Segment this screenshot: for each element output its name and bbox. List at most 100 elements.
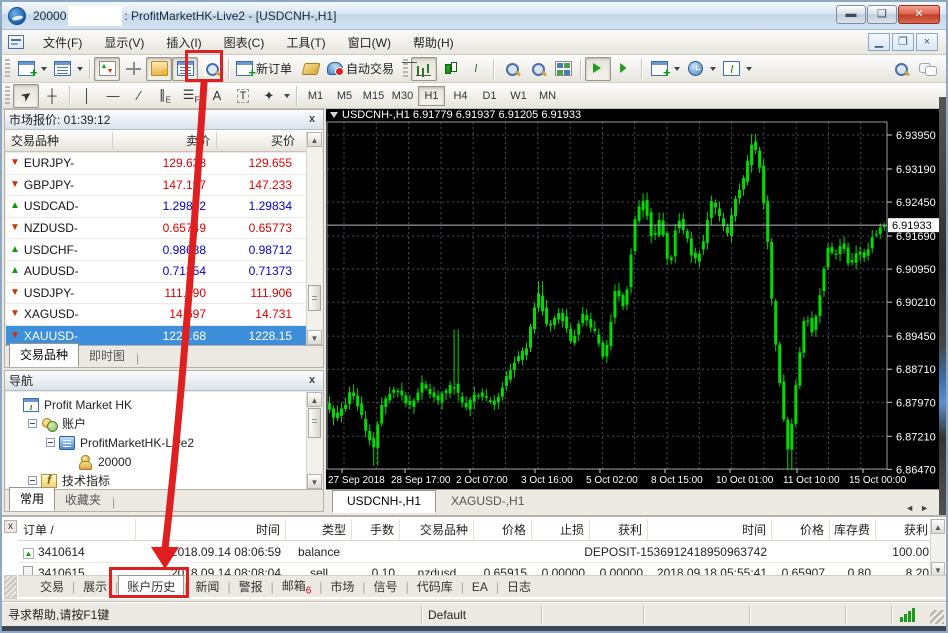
timeframe-d1[interactable]: D1 [476, 86, 503, 106]
auto-trading-button[interactable]: 自动交易 [324, 57, 400, 81]
chart-tabs-right-icon[interactable]: ► [920, 503, 935, 513]
terminal-tab-5[interactable]: 邮箱6 [274, 575, 320, 598]
zoom-out-button[interactable] [524, 57, 550, 81]
terminal-grip[interactable] [4, 575, 17, 599]
data-window-button[interactable] [120, 57, 146, 81]
terminal-tab-0[interactable]: 交易 [32, 576, 72, 597]
line-chart-button[interactable] [463, 57, 489, 81]
terminal-tab-8[interactable]: 代码库 [409, 576, 461, 597]
market-watch-row[interactable]: ▲USDCAD-1.298121.29834 [6, 196, 306, 218]
scroll-up-icon[interactable]: ▲ [307, 132, 322, 147]
bar-chart-button[interactable] [411, 57, 437, 81]
market-watch-title-bar[interactable]: 市场报价: 01:39:12 x [5, 110, 323, 130]
chart-tabs-left-icon[interactable]: ◄ [905, 503, 920, 513]
menu-item-1[interactable]: 显示(V) [93, 31, 155, 54]
history-row-balance[interactable]: ▲34106142018.09.14 08:06:59balanceDEPOSI… [18, 541, 930, 563]
timeframe-m30[interactable]: M30 [389, 86, 416, 106]
periods-button[interactable] [682, 57, 708, 81]
menu-item-6[interactable]: 帮助(H) [402, 31, 465, 54]
indicators-dropdown[interactable] [674, 67, 680, 71]
scroll-down-icon[interactable]: ▼ [307, 330, 322, 345]
terminal-column-1[interactable]: 时间 [136, 519, 286, 540]
terminal-column-3[interactable]: 手数 [352, 519, 400, 540]
profiles-dropdown[interactable] [77, 67, 83, 71]
timeframe-h1[interactable]: H1 [418, 86, 445, 106]
tree-expander[interactable] [46, 438, 55, 447]
menu-item-4[interactable]: 工具(T) [275, 31, 336, 54]
tree-expander[interactable] [28, 476, 37, 485]
horizontal-line-tool[interactable]: — [100, 84, 126, 108]
menu-item-0[interactable]: 文件(F) [32, 31, 93, 54]
menu-item-3[interactable]: 图表(C) [213, 31, 276, 54]
metaeditor-button[interactable] [298, 57, 324, 81]
chart-tab-usdcnh[interactable]: USDCNH-,H1 [332, 490, 436, 513]
status-profile[interactable]: Default [422, 606, 542, 624]
crosshair-tool[interactable]: ┼ [39, 84, 65, 108]
toolbar-grip[interactable] [5, 59, 10, 79]
market-watch-row[interactable]: ▼NZDUSD-0.657490.65773 [6, 218, 306, 240]
restore-button[interactable]: ❑ [867, 5, 897, 24]
scroll-down-icon[interactable]: ▼ [307, 474, 322, 489]
timeframe-mn[interactable]: MN [534, 86, 561, 106]
mdi-close-button[interactable]: × [916, 33, 938, 51]
terminal-column-8[interactable]: 时间 [648, 519, 772, 540]
tab-tick-chart[interactable]: 即时图 [79, 345, 135, 367]
tree-node-user[interactable]: 20000 1 [10, 452, 306, 471]
market-watch-scrollbar[interactable]: ▲ ▼ [306, 132, 322, 345]
arrows-dropdown[interactable] [284, 94, 290, 98]
terminal-column-4[interactable]: 交易品种 [400, 519, 474, 540]
terminal-tab-4[interactable]: 警报 [231, 576, 271, 597]
timeframe-h4[interactable]: H4 [447, 86, 474, 106]
candlestick-button[interactable] [437, 57, 463, 81]
terminal-tab-7[interactable]: 信号 [366, 576, 406, 597]
resize-grip[interactable] [930, 610, 944, 624]
fibonacci-tool[interactable]: ☰F [178, 84, 204, 108]
terminal-column-9[interactable]: 价格 [772, 519, 830, 540]
terminal-tab-2[interactable]: 账户历史 [118, 575, 184, 598]
text-tool[interactable]: A [204, 84, 230, 108]
close-icon[interactable]: x [305, 374, 319, 388]
new-chart-button[interactable] [13, 57, 39, 81]
tree-node-mt[interactable]: Profit Market HK [10, 395, 306, 414]
mdi-minimize-button[interactable]: ▁ [868, 33, 890, 51]
terminal-tab-9[interactable]: EA [464, 578, 496, 596]
tree-node-accounts[interactable]: 账户 [10, 414, 306, 433]
chart-shift-button[interactable] [611, 57, 637, 81]
arrows-tool[interactable]: ✦ [256, 84, 282, 108]
column-ask[interactable]: 买价 [217, 132, 301, 149]
market-watch-button[interactable] [94, 57, 120, 81]
terminal-tab-6[interactable]: 市场 [322, 576, 362, 597]
tab-favorites[interactable]: 收藏夹 [55, 489, 111, 511]
terminal-scrollbar[interactable]: ▲ ▼ [930, 519, 945, 577]
timeframe-m15[interactable]: M15 [360, 86, 387, 106]
mdi-restore-button[interactable]: ❐ [892, 33, 914, 51]
market-watch-row[interactable]: ▼USDJPY-111.890111.906 [6, 283, 306, 305]
strategy-tester-button[interactable] [198, 57, 224, 81]
column-symbol[interactable]: 交易品种 [5, 132, 113, 149]
terminal-tab-3[interactable]: 新闻 [187, 576, 227, 597]
terminal-column-0[interactable]: 订单 / [18, 519, 136, 540]
cursor-tool[interactable]: ➤ [13, 84, 39, 108]
navigator-button[interactable] [146, 57, 172, 81]
scroll-up-icon[interactable]: ▲ [307, 392, 322, 407]
periods-dropdown[interactable] [710, 67, 716, 71]
scrollbar-thumb[interactable] [308, 408, 321, 438]
auto-scroll-button[interactable] [585, 57, 611, 81]
tab-common[interactable]: 常用 [9, 487, 55, 511]
column-bid[interactable]: 卖价 [113, 132, 217, 149]
navigator-title-bar[interactable]: 导航 x [5, 371, 323, 391]
terminal-column-5[interactable]: 价格 [474, 519, 532, 540]
terminal-column-6[interactable]: 止损 [532, 519, 590, 540]
toolbar-grip[interactable] [5, 86, 10, 106]
minimize-button[interactable]: ▬ [836, 5, 866, 24]
market-watch-row[interactable]: ▲USDCHF-0.986880.98712 [6, 239, 306, 261]
scrollbar-thumb[interactable] [308, 285, 321, 311]
zoom-in-button[interactable] [498, 57, 524, 81]
terminal-column-11[interactable]: 获利 [876, 519, 930, 540]
menu-item-2[interactable]: 插入(I) [155, 31, 212, 54]
channel-tool[interactable]: ∥E [152, 84, 178, 108]
chart-document-icon[interactable] [8, 35, 24, 49]
trendline-tool[interactable]: ∕ [126, 84, 152, 108]
indicators-button[interactable] [646, 57, 672, 81]
chart-window[interactable]: 6.939506.931906.924506.916906.909506.902… [326, 109, 943, 489]
